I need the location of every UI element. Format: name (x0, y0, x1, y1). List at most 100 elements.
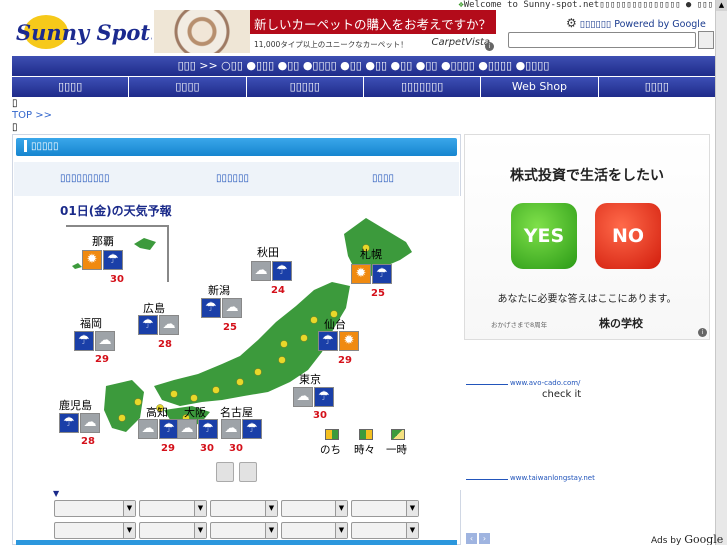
city-temperature: 30 (110, 274, 124, 285)
cloud-icon: ☁ (159, 315, 179, 335)
chevron-down-icon[interactable]: ▼ (265, 523, 277, 538)
legend-later-icon (325, 429, 339, 440)
city-dot (118, 414, 126, 422)
gear-icon[interactable]: ⚙ (566, 16, 577, 30)
scroll-up-arrow-icon[interactable]: ▲ (716, 0, 727, 11)
region-select[interactable]: ▼ (54, 500, 136, 517)
settings-label[interactable]: ▯▯▯▯▯▯ (580, 19, 611, 30)
umbrella-icon: ☂ (318, 331, 338, 351)
chevron-down-icon[interactable]: ▼ (406, 501, 418, 516)
tab-3[interactable]: ▯▯▯▯ (372, 173, 394, 184)
city-dot (310, 316, 318, 324)
ad-info-icon[interactable]: i (485, 42, 494, 51)
cloud-icon: ☁ (222, 298, 242, 318)
chevron-down-icon[interactable]: ▼ (123, 523, 135, 538)
ad-next-icon[interactable]: › (479, 533, 490, 544)
ad-info-icon[interactable]: i (698, 328, 707, 337)
city-dot (300, 334, 308, 342)
region-select[interactable]: ▼ (281, 522, 348, 539)
sunny-spot-logo[interactable]: Sunny Spot! (12, 12, 159, 52)
nav-item-6[interactable]: ▯▯▯▯ (598, 77, 715, 97)
region-select[interactable]: ▼ (281, 500, 348, 517)
chevron-down-icon[interactable]: ▼ (335, 501, 347, 516)
vertical-scrollbar[interactable]: ▲ (715, 0, 727, 545)
city-name[interactable]: 那覇 (92, 233, 114, 249)
weather-forecast-title: 01日(金)の天気予報 (60, 204, 172, 218)
carpet-ad-banner[interactable]: 新しいカーペットの購入をお考えですか？ 11,000タイプ以上のユニークなカーペ… (154, 10, 496, 53)
search-button[interactable] (698, 31, 714, 49)
city-name[interactable]: 鹿児島 (59, 397, 92, 413)
ad-question: 株式投資で生活をしたい (510, 168, 664, 184)
city-name[interactable]: 仙台 (324, 316, 346, 332)
dropdown-marker-icon: ▼ (53, 489, 60, 498)
main-nav: ▯▯▯▯ ▯▯▯▯ ▯▯▯▯▯ ▯▯▯▯▯▯▯ Web Shop ▯▯▯▯ (12, 77, 715, 97)
chevron-down-icon[interactable]: ▼ (194, 501, 206, 516)
city-name[interactable]: 広島 (143, 300, 165, 316)
tab-2[interactable]: ▯▯▯▯▯▯ (216, 173, 249, 184)
tab-1[interactable]: ▯▯▯▯▯▯▯▯▯ (60, 173, 110, 184)
city-name[interactable]: 大阪 (184, 404, 206, 420)
sun-icon: ✹ (82, 250, 102, 270)
welcome-text: Welcome to Sunny-spot.net▯▯▯▯▯▯▯▯▯▯▯▯▯▯▯… (463, 0, 713, 10)
cloud-icon: ☁ (80, 413, 100, 433)
chevron-down-icon[interactable]: ▼ (335, 523, 347, 538)
region-select[interactable]: ▼ (210, 500, 278, 517)
text-ad-link-2[interactable]: www.taiwanlongstay.net (466, 474, 595, 482)
city-dot (134, 398, 142, 406)
search-input[interactable] (508, 32, 696, 48)
umbrella-icon: ☂ (59, 413, 79, 433)
svg-text:Sunny Spot!: Sunny Spot! (16, 20, 152, 45)
no-button[interactable]: NO (595, 203, 661, 269)
city-name[interactable]: 高知 (146, 404, 168, 420)
city-dot (190, 394, 198, 402)
region-select[interactable]: ▼ (351, 500, 419, 517)
umbrella-icon: ☂ (138, 315, 158, 335)
nav-item-4[interactable]: ▯▯▯▯▯▯▯ (363, 77, 482, 97)
legend-occasionally-label: 一時 (386, 444, 407, 456)
city-temperature: 29 (161, 443, 175, 454)
region-select[interactable]: ▼ (351, 522, 419, 539)
prev-day-button[interactable] (216, 462, 234, 482)
category-bar[interactable]: ▯▯▯ >> ○▯▯ ●▯▯▯ ●▯▯ ●▯▯▯▯ ●▯▯ ●▯▯ ●▯▯ ●▯… (12, 56, 715, 76)
chevron-down-icon[interactable]: ▼ (406, 523, 418, 538)
nav-item-2[interactable]: ▯▯▯▯ (129, 77, 247, 97)
region-select[interactable]: ▼ (139, 500, 207, 517)
ad-prev-icon[interactable]: ‹ (466, 533, 477, 544)
legend-sometimes-label: 時々 (354, 444, 375, 456)
umbrella-icon: ☂ (314, 387, 334, 407)
nav-item-1[interactable]: ▯▯▯▯ (12, 77, 130, 97)
city-temperature: 29 (95, 354, 109, 365)
city-name[interactable]: 秋田 (257, 244, 279, 260)
section-title: ▯▯▯▯▯ (31, 141, 59, 152)
city-temperature: 30 (200, 443, 214, 454)
nav-item-3[interactable]: ▯▯▯▯▯ (246, 77, 364, 97)
city-name[interactable]: 新潟 (208, 282, 230, 298)
top-breadcrumb-link[interactable]: TOP >> (12, 110, 52, 121)
chevron-down-icon[interactable]: ▼ (194, 523, 206, 538)
umbrella-icon: ☂ (272, 261, 292, 281)
placeholder-glyph: ▯ (12, 122, 18, 133)
text-ad-link-1[interactable]: www.avo-cado.com/ (466, 379, 580, 387)
city-name[interactable]: 名古屋 (220, 404, 253, 420)
region-select[interactable]: ▼ (139, 522, 207, 539)
section-footer-bar (16, 540, 457, 545)
cloud-icon: ☁ (177, 419, 197, 439)
section-header: ▯▯▯▯▯ (16, 138, 457, 156)
umbrella-icon: ☂ (103, 250, 123, 270)
cloud-icon: ☁ (138, 419, 158, 439)
region-select[interactable]: ▼ (54, 522, 136, 539)
city-dot (278, 356, 286, 364)
carpet-image (154, 10, 250, 53)
yes-button[interactable]: YES (511, 203, 577, 269)
city-name[interactable]: 東京 (299, 371, 321, 387)
city-name[interactable]: 福岡 (80, 315, 102, 331)
chevron-down-icon[interactable]: ▼ (123, 501, 135, 516)
chevron-down-icon[interactable]: ▼ (265, 501, 277, 516)
next-day-button[interactable] (239, 462, 257, 482)
stock-school-ad[interactable]: 株式投資で生活をしたい YES NO あなたに必要な答えはここにあります。 おか… (464, 134, 710, 340)
nav-item-web-shop[interactable]: Web Shop (481, 77, 599, 97)
region-select[interactable]: ▼ (210, 522, 278, 539)
umbrella-icon: ☂ (242, 419, 262, 439)
city-name[interactable]: 札幌 (360, 246, 382, 262)
ads-by-google[interactable]: Ads by Google (651, 533, 723, 545)
